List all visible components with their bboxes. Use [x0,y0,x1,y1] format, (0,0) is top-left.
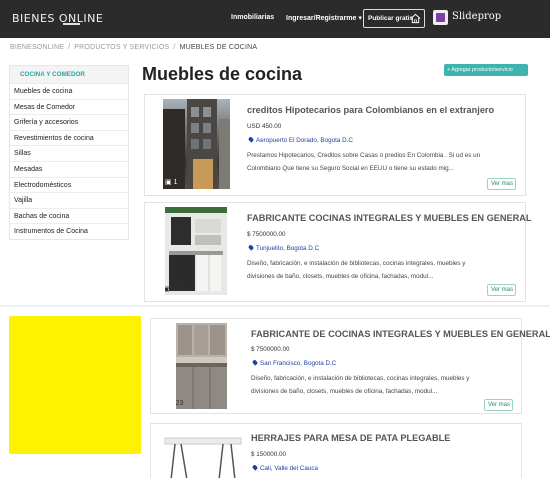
breadcrumb-separator: / [68,44,71,51]
listing-description: Diseño, fabricación, e instalación de bi… [247,258,523,283]
kitchen-photo-art [165,207,227,291]
advertisement-banner[interactable] [9,316,141,454]
listing-photo[interactable]: ▣ 29 [165,207,227,295]
listing-price: $ 7500000.00 [251,346,290,353]
section-divider [0,305,550,307]
sidebar-item-muebles-de-cocina[interactable]: Muebles de cocina [10,83,128,99]
publish-free-button[interactable]: Publicar gratis [363,9,425,28]
sidebar-item-griferia[interactable]: Grifería y accesorios [10,114,128,130]
photo-count: ▣ 23 [176,399,183,407]
listing-location-text: Tunjuelito, Bogota D.C [256,245,320,252]
sidebar-item-vajilla[interactable]: Vajilla [10,192,128,208]
description-line: Colombiano Que tiene su Seguro Social en… [247,164,454,172]
home-icon [410,13,421,24]
listing-photo[interactable]: ▣ 23 [176,323,227,409]
listing-photo[interactable]: ▣ 1 [163,99,230,189]
description-line: Diseño, fabricación, e instalación de bi… [251,375,470,382]
location-pin-icon [251,359,259,366]
listing-location-text: San Francisco, Bogota D.C [260,360,337,367]
listing-title[interactable]: HERRAJES PARA MESA DE PATA PLEGABLE [251,433,450,443]
slideprop-icon [433,10,448,25]
folding-table-photo-art [164,437,242,478]
description-line: Diseño, fabricación, e instalación de bi… [247,260,466,267]
logo-underline [63,23,80,25]
add-product-button[interactable]: + Agregar producto/servicio [444,64,528,76]
sidebar-item-instrumentos[interactable]: Instrumentos de Cocina [10,223,128,239]
photo-count-value: 29 [171,286,180,293]
listing-price: $ 7500000.00 [247,231,286,238]
sidebar-item-bachas[interactable]: Bachas de cocina [10,207,128,224]
breadcrumb-current: MUEBLES DE COCINA [179,44,258,51]
kitchen-photo-art [176,323,227,409]
publish-free-label: Publicar gratis [368,15,414,22]
photo-count-value: 1 [173,179,178,186]
breadcrumb: BIENESONLINE / PRODUCTOS Y SERVICIOS / MUEBL… [10,44,257,51]
photo-count: ▣ 29 [165,286,180,293]
slideprop-label: Slideprop [452,11,502,22]
description-line: divisiones de baño, closets, muebles de … [247,272,434,280]
listing-title[interactable]: creditos Hipotecarios para Colombianos e… [247,105,494,115]
photo-count-value: 23 [176,400,184,407]
breadcrumb-category[interactable]: PRODUCTOS Y SERVICIOS [74,44,169,51]
listing-card[interactable]: ▣ 29 FABRICANTE COCINAS INTEGRALES Y MUE… [144,202,532,302]
category-sidebar: COCINA Y COMEDOR Muebles de cocina Mesas… [9,65,129,240]
see-more-button[interactable]: Ver mas [487,284,516,296]
see-more-button[interactable]: Ver mas [487,178,516,190]
listing-title[interactable]: FABRICANTE DE COCINAS INTEGRALES Y MUEBL… [251,329,550,339]
sidebar-item-mesadas[interactable]: Mesadas [10,160,128,177]
sidebar-heading: COCINA Y COMEDOR [10,66,128,83]
listing-description: Diseño, fabricación, e instalación de bi… [251,373,519,398]
listing-title[interactable]: FABRICANTE COCINAS INTEGRALES Y MUEBLES … [247,213,532,223]
page-title: Muebles de cocina [142,64,303,84]
breadcrumb-home[interactable]: BIENESONLINE [10,44,64,51]
slideprop-partner-logo[interactable]: Slideprop [433,10,501,27]
listing-location-text: Cali, Valle del Cauca [260,465,318,472]
breadcrumb-separator: / [173,44,176,51]
location-pin-icon [247,244,255,251]
listing-card[interactable]: HERRAJES PARA MESA DE PATA PLEGABLE $ 15… [150,423,522,478]
nav-inmobiliarias[interactable]: Inmobiliarias [231,14,274,21]
description-line: divisiones de baño, closets, muebles de … [251,387,438,395]
building-photo-art [163,99,230,189]
listing-description: Prestamos Hipotecarios, Creditos sobre C… [247,150,519,175]
site-logo[interactable]: BIENES ONLINE [12,12,103,25]
listing-location[interactable]: San Francisco, Bogota D.C [251,359,337,367]
listing-location-text: Aeropuerto El Dorado, Bogota D.C [256,137,353,144]
listing-photo[interactable] [161,432,245,478]
listing-card[interactable]: ▣ 1 creditos Hipotecarios para Colombian… [144,94,526,196]
sidebar-item-sillas[interactable]: Sillas [10,145,128,161]
listing-price: USD 450.00 [247,123,282,130]
top-navigation-bar: BIENES ONLINE Inmobiliarias Ingresar/Reg… [0,0,550,38]
listing-location[interactable]: Aeropuerto El Dorado, Bogota D.C [247,136,353,144]
see-more-button[interactable]: Ver mas [484,399,513,411]
location-pin-icon [247,136,255,143]
photo-count: ▣ 1 [165,179,178,186]
listing-card[interactable]: ▣ 23 FABRICANTE DE COCINAS INTEGRALES Y … [150,318,550,414]
listing-location[interactable]: Cali, Valle del Cauca [251,464,318,472]
sidebar-item-revestimientos[interactable]: Revestimientos de cocina [10,129,128,146]
nav-login-register[interactable]: Ingresar/Registrarme ▾ [286,14,362,22]
sidebar-item-mesas-de-comedor[interactable]: Mesas de Comedor [10,98,128,115]
location-pin-icon [251,464,259,471]
listing-price: $ 150000.00 [251,451,287,458]
sidebar-item-electrodomesticos[interactable]: Electrodomésticos [10,176,128,193]
listing-location[interactable]: Tunjuelito, Bogota D.C [247,244,320,252]
description-line: Prestamos Hipotecarios, Creditos sobre C… [247,152,481,159]
